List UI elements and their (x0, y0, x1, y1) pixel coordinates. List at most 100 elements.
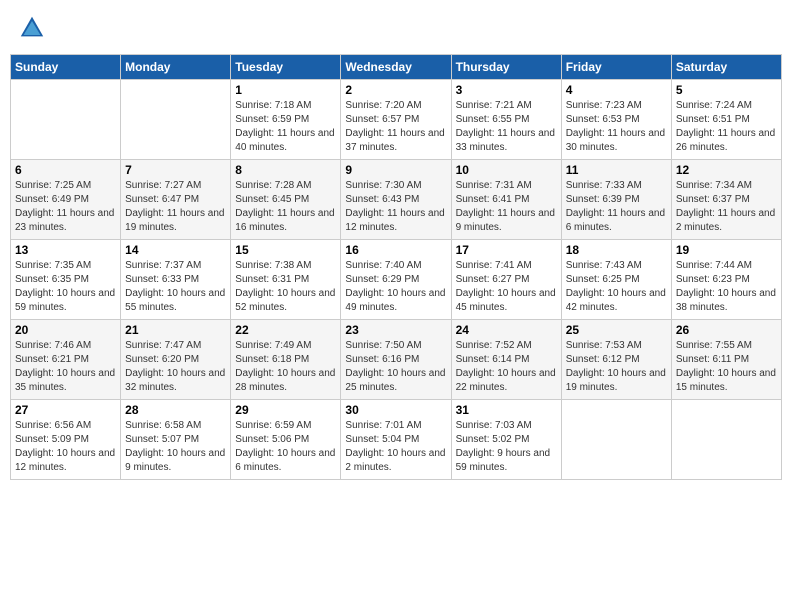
day-info: Sunrise: 7:55 AM Sunset: 6:11 PM Dayligh… (676, 339, 777, 395)
day-number: 28 (125, 403, 226, 417)
calendar-cell: 23 Sunrise: 7:50 AM Sunset: 6:16 PM Dayli… (341, 320, 451, 400)
day-info: Sunrise: 7:27 AM Sunset: 6:47 PM Dayligh… (125, 179, 226, 235)
day-number: 27 (15, 403, 116, 417)
calendar-cell: 22Sunrise: 7:49 AM Sunset: 6:18 PM Dayli… (231, 320, 341, 400)
day-info: Sunrise: 7:38 AM Sunset: 6:31 PM Dayligh… (235, 259, 336, 315)
logo (18, 14, 50, 42)
day-header-wednesday: Wednesday (341, 55, 451, 80)
day-info: Sunrise: 7:43 AM Sunset: 6:25 PM Dayligh… (566, 259, 667, 315)
day-info: Sunrise: 7:25 AM Sunset: 6:49 PM Dayligh… (15, 179, 116, 235)
day-number: 13 (15, 243, 116, 257)
day-number: 20 (15, 323, 116, 337)
day-number: 23 (345, 323, 446, 337)
calendar-table: SundayMondayTuesdayWednesdayThursdayFrid… (10, 54, 782, 480)
calendar-week-row: 27 Sunrise: 6:56 AM Sunset: 5:09 PM Dayli… (11, 400, 782, 480)
day-number: 11 (566, 163, 667, 177)
day-number: 16 (345, 243, 446, 257)
calendar-cell (121, 80, 231, 160)
calendar-cell: 1 Sunrise: 7:18 AM Sunset: 6:59 PM Daylig… (231, 80, 341, 160)
day-info: Sunrise: 7:52 AM Sunset: 6:14 PM Dayligh… (456, 339, 557, 395)
page-header (10, 10, 782, 46)
day-header-monday: Monday (121, 55, 231, 80)
calendar-cell: 19Sunrise: 7:44 AM Sunset: 6:23 PM Dayli… (671, 240, 781, 320)
calendar-cell: 15 Sunrise: 7:38 AM Sunset: 6:31 PM Dayli… (231, 240, 341, 320)
day-number: 31 (456, 403, 557, 417)
day-number: 24 (456, 323, 557, 337)
day-number: 14 (125, 243, 226, 257)
calendar-week-row: 20 Sunrise: 7:46 AM Sunset: 6:21 PM Dayli… (11, 320, 782, 400)
day-info: Sunrise: 7:01 AM Sunset: 5:04 PM Dayligh… (345, 419, 446, 475)
calendar-cell: 27 Sunrise: 6:56 AM Sunset: 5:09 PM Dayli… (11, 400, 121, 480)
calendar-cell: 4 Sunrise: 7:23 AM Sunset: 6:53 PM Daylig… (561, 80, 671, 160)
calendar-cell: 9Sunrise: 7:30 AM Sunset: 6:43 PM Daylig… (341, 160, 451, 240)
calendar-cell: 5Sunrise: 7:24 AM Sunset: 6:51 PM Daylig… (671, 80, 781, 160)
day-info: Sunrise: 7:34 AM Sunset: 6:37 PM Dayligh… (676, 179, 777, 235)
day-info: Sunrise: 7:03 AM Sunset: 5:02 PM Dayligh… (456, 419, 557, 475)
day-number: 8 (235, 163, 336, 177)
calendar-header-row: SundayMondayTuesdayWednesdayThursdayFrid… (11, 55, 782, 80)
day-info: Sunrise: 7:18 AM Sunset: 6:59 PM Dayligh… (235, 99, 336, 155)
calendar-cell (11, 80, 121, 160)
calendar-cell: 29 Sunrise: 6:59 AM Sunset: 5:06 PM Dayli… (231, 400, 341, 480)
day-header-thursday: Thursday (451, 55, 561, 80)
day-info: Sunrise: 6:59 AM Sunset: 5:06 PM Dayligh… (235, 419, 336, 475)
day-info: Sunrise: 7:33 AM Sunset: 6:39 PM Dayligh… (566, 179, 667, 235)
calendar-cell: 21 Sunrise: 7:47 AM Sunset: 6:20 PM Dayli… (121, 320, 231, 400)
day-info: Sunrise: 7:40 AM Sunset: 6:29 PM Dayligh… (345, 259, 446, 315)
day-info: Sunrise: 7:21 AM Sunset: 6:55 PM Dayligh… (456, 99, 557, 155)
day-header-tuesday: Tuesday (231, 55, 341, 80)
day-info: Sunrise: 7:47 AM Sunset: 6:20 PM Dayligh… (125, 339, 226, 395)
day-info: Sunrise: 7:50 AM Sunset: 6:16 PM Dayligh… (345, 339, 446, 395)
calendar-cell: 25 Sunrise: 7:53 AM Sunset: 6:12 PM Dayli… (561, 320, 671, 400)
calendar-cell: 18 Sunrise: 7:43 AM Sunset: 6:25 PM Dayli… (561, 240, 671, 320)
calendar-cell: 11 Sunrise: 7:33 AM Sunset: 6:39 PM Dayli… (561, 160, 671, 240)
calendar-cell: 7Sunrise: 7:27 AM Sunset: 6:47 PM Daylig… (121, 160, 231, 240)
day-info: Sunrise: 7:28 AM Sunset: 6:45 PM Dayligh… (235, 179, 336, 235)
calendar-cell: 17 Sunrise: 7:41 AM Sunset: 6:27 PM Dayli… (451, 240, 561, 320)
calendar-cell: 20 Sunrise: 7:46 AM Sunset: 6:21 PM Dayli… (11, 320, 121, 400)
calendar-cell: 26 Sunrise: 7:55 AM Sunset: 6:11 PM Dayli… (671, 320, 781, 400)
day-info: Sunrise: 6:56 AM Sunset: 5:09 PM Dayligh… (15, 419, 116, 475)
day-number: 12 (676, 163, 777, 177)
day-info: Sunrise: 7:44 AM Sunset: 6:23 PM Dayligh… (676, 259, 777, 315)
calendar-cell (561, 400, 671, 480)
calendar-cell: 12 Sunrise: 7:34 AM Sunset: 6:37 PM Dayli… (671, 160, 781, 240)
day-number: 18 (566, 243, 667, 257)
day-info: Sunrise: 7:53 AM Sunset: 6:12 PM Dayligh… (566, 339, 667, 395)
day-info: Sunrise: 7:23 AM Sunset: 6:53 PM Dayligh… (566, 99, 667, 155)
calendar-cell: 30Sunrise: 7:01 AM Sunset: 5:04 PM Dayli… (341, 400, 451, 480)
calendar-cell: 16 Sunrise: 7:40 AM Sunset: 6:29 PM Dayli… (341, 240, 451, 320)
day-number: 17 (456, 243, 557, 257)
day-info: Sunrise: 7:31 AM Sunset: 6:41 PM Dayligh… (456, 179, 557, 235)
day-number: 29 (235, 403, 336, 417)
day-info: Sunrise: 7:46 AM Sunset: 6:21 PM Dayligh… (15, 339, 116, 395)
day-number: 4 (566, 83, 667, 97)
calendar-cell: 14Sunrise: 7:37 AM Sunset: 6:33 PM Dayli… (121, 240, 231, 320)
day-header-sunday: Sunday (11, 55, 121, 80)
calendar-cell: 3 Sunrise: 7:21 AM Sunset: 6:55 PM Daylig… (451, 80, 561, 160)
calendar-cell: 13Sunrise: 7:35 AM Sunset: 6:35 PM Dayli… (11, 240, 121, 320)
calendar-cell: 31 Sunrise: 7:03 AM Sunset: 5:02 PM Dayli… (451, 400, 561, 480)
day-number: 22 (235, 323, 336, 337)
day-number: 10 (456, 163, 557, 177)
day-info: Sunrise: 7:30 AM Sunset: 6:43 PM Dayligh… (345, 179, 446, 235)
calendar-cell (671, 400, 781, 480)
calendar-cell: 2 Sunrise: 7:20 AM Sunset: 6:57 PM Daylig… (341, 80, 451, 160)
day-number: 1 (235, 83, 336, 97)
day-number: 21 (125, 323, 226, 337)
logo-icon (18, 14, 46, 42)
calendar-cell: 6 Sunrise: 7:25 AM Sunset: 6:49 PM Daylig… (11, 160, 121, 240)
day-header-friday: Friday (561, 55, 671, 80)
day-number: 5 (676, 83, 777, 97)
day-number: 15 (235, 243, 336, 257)
calendar-cell: 10 Sunrise: 7:31 AM Sunset: 6:41 PM Dayli… (451, 160, 561, 240)
day-number: 3 (456, 83, 557, 97)
calendar-week-row: 6 Sunrise: 7:25 AM Sunset: 6:49 PM Daylig… (11, 160, 782, 240)
day-info: Sunrise: 7:41 AM Sunset: 6:27 PM Dayligh… (456, 259, 557, 315)
day-number: 6 (15, 163, 116, 177)
day-number: 25 (566, 323, 667, 337)
day-number: 26 (676, 323, 777, 337)
calendar-week-row: 1 Sunrise: 7:18 AM Sunset: 6:59 PM Daylig… (11, 80, 782, 160)
day-info: Sunrise: 7:20 AM Sunset: 6:57 PM Dayligh… (345, 99, 446, 155)
day-number: 2 (345, 83, 446, 97)
